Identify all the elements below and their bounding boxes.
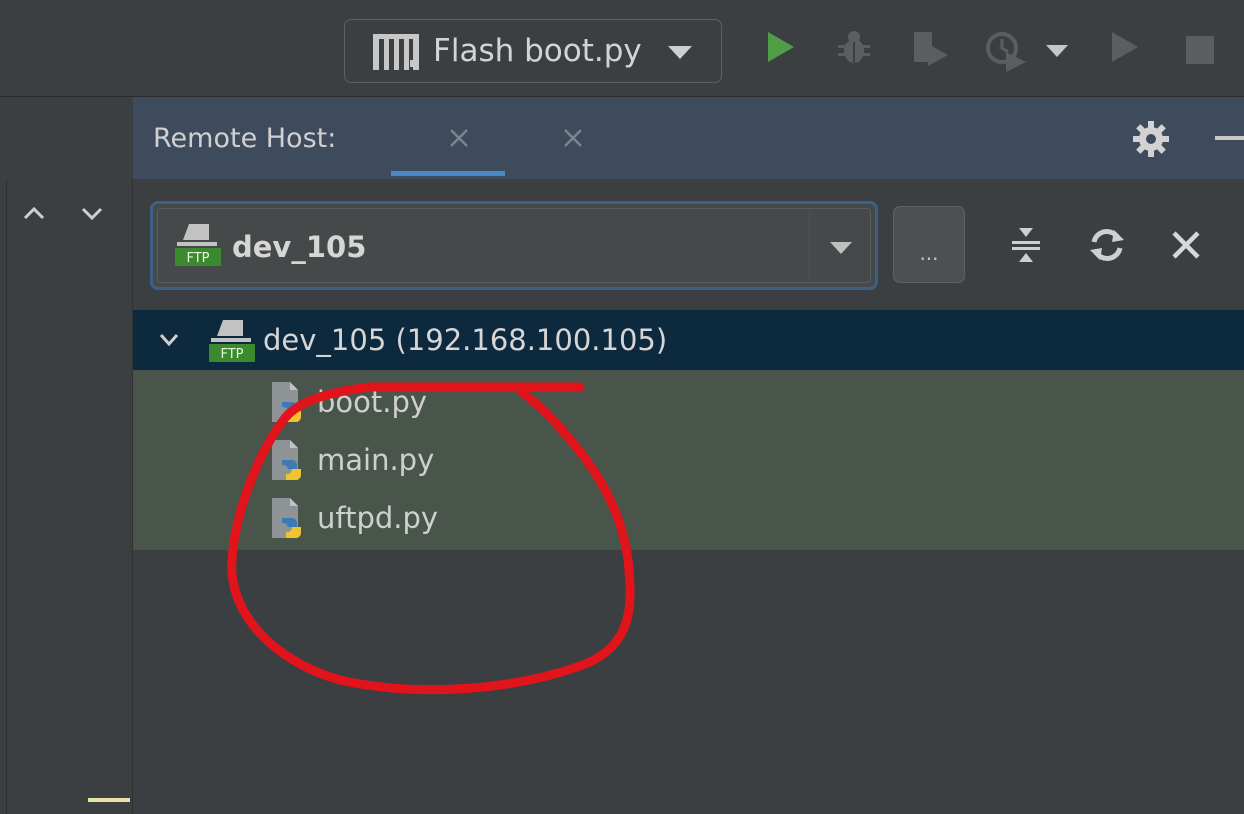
coverage-icon[interactable]	[910, 30, 950, 70]
dropdown-separator	[809, 208, 810, 283]
close-icon[interactable]	[449, 128, 469, 152]
chevron-down-icon	[668, 45, 692, 64]
remote-host-panel-header: Remote Host:	[133, 97, 1244, 179]
python-file-icon	[268, 440, 310, 486]
ftp-server-icon: FTP	[209, 320, 255, 366]
collapse-all-icon[interactable]	[1009, 224, 1043, 268]
resume-icon[interactable]	[1110, 30, 1140, 68]
run-configuration-selector[interactable]: Flash boot.py	[344, 19, 722, 83]
gutter-border	[6, 179, 7, 814]
list-item[interactable]: boot.py	[133, 373, 1244, 431]
list-item[interactable]: main.py	[133, 431, 1244, 489]
remote-host-panel: FTP dev_105 ... FTP dev_105 (192.168.100…	[133, 179, 1244, 814]
panel-title: Remote Host:	[153, 123, 337, 154]
close-icon[interactable]	[1171, 230, 1201, 264]
run-icon[interactable]	[766, 30, 796, 68]
gutter-header	[0, 97, 132, 179]
file-name: uftpd.py	[317, 501, 439, 535]
chevron-up-icon[interactable]	[22, 205, 46, 225]
svg-text:FTP: FTP	[186, 251, 209, 266]
main-toolbar: Flash boot.py	[0, 0, 1244, 97]
refresh-icon[interactable]	[1088, 226, 1126, 268]
tree-children: boot.py main.py uftpd.py	[133, 370, 1244, 550]
active-tab-indicator	[391, 171, 505, 176]
ftp-server-icon: FTP	[175, 224, 221, 270]
tree-root-label: dev_105 (192.168.100.105)	[263, 323, 668, 357]
gutter-marker	[88, 798, 130, 802]
micropython-icon	[373, 34, 419, 74]
chevron-down-icon[interactable]	[158, 332, 180, 352]
profile-icon[interactable]	[984, 30, 1028, 78]
svg-text:FTP: FTP	[220, 347, 243, 362]
file-name: boot.py	[317, 385, 428, 419]
chevron-down-icon[interactable]	[830, 240, 852, 259]
list-item[interactable]: uftpd.py	[133, 489, 1244, 547]
chevron-down-icon[interactable]	[1046, 44, 1068, 63]
editor-gutter	[0, 179, 133, 814]
selected-host: dev_105	[232, 230, 367, 264]
python-file-icon	[268, 382, 310, 428]
chevron-down-icon[interactable]	[80, 205, 104, 225]
file-name: main.py	[317, 443, 435, 477]
tree-root-node[interactable]: FTP dev_105 (192.168.100.105)	[133, 310, 1244, 370]
gear-icon[interactable]	[1131, 119, 1171, 163]
minimize-icon[interactable]	[1215, 136, 1244, 140]
close-icon[interactable]	[563, 128, 583, 152]
browse-button[interactable]: ...	[893, 206, 965, 283]
run-configuration-label: Flash boot.py	[433, 33, 642, 69]
stop-icon[interactable]	[1186, 36, 1214, 68]
debug-icon[interactable]	[836, 30, 872, 70]
browse-button-label: ...	[919, 241, 939, 265]
host-selector[interactable]: FTP dev_105	[150, 201, 878, 290]
python-file-icon	[268, 498, 310, 544]
